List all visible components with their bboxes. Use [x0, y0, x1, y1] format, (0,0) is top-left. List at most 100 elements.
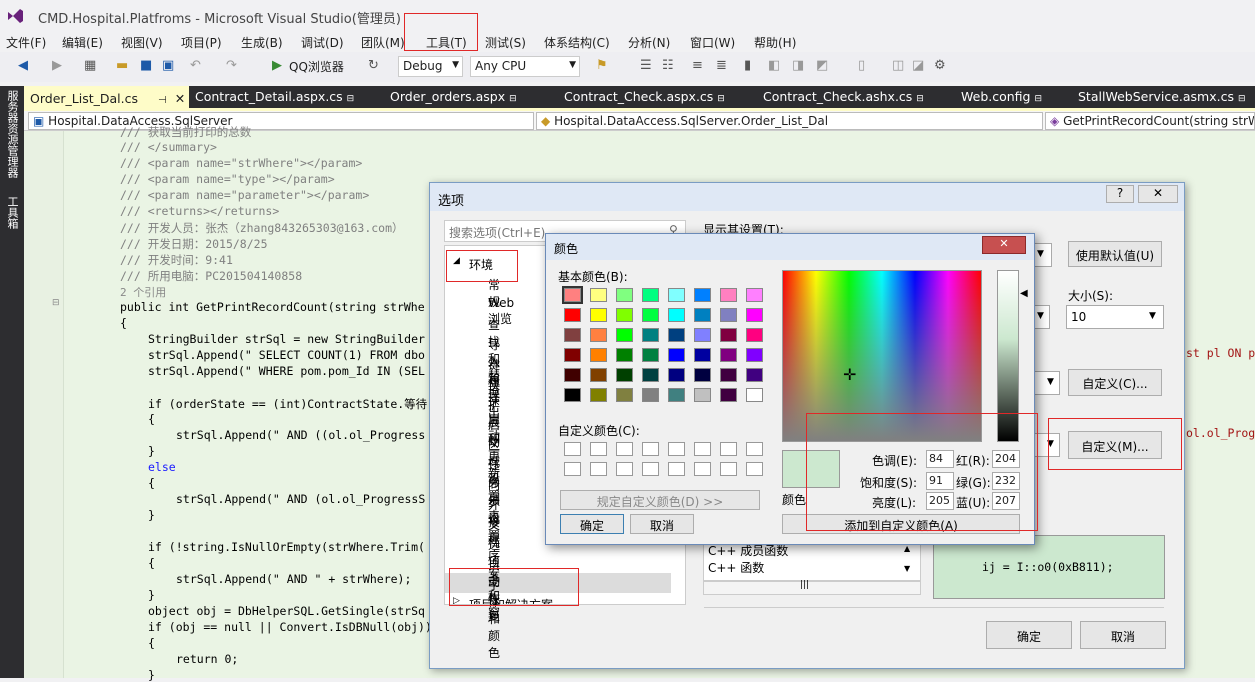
clear-bookmarks-icon[interactable]: ◩: [816, 58, 828, 73]
help-button[interactable]: ?: [1106, 185, 1134, 203]
basic-color-swatch[interactable]: [642, 388, 659, 402]
menu-test[interactable]: 测试(S): [485, 34, 526, 51]
tab-stall-web-service[interactable]: StallWebService.asmx.cs ⊟: [1072, 86, 1252, 108]
custom-color-swatch[interactable]: [720, 462, 737, 476]
size-select[interactable]: 10 ▼: [1066, 305, 1164, 329]
basic-color-swatch[interactable]: [616, 388, 633, 402]
options-close-button[interactable]: ✕: [1138, 185, 1178, 203]
menu-window[interactable]: 窗口(W): [690, 34, 735, 51]
breakpoint-icon[interactable]: ▯: [858, 58, 865, 73]
custom-color-swatch[interactable]: [642, 462, 659, 476]
color-cancel-button[interactable]: 取消: [630, 514, 694, 534]
basic-color-swatch[interactable]: [562, 286, 583, 304]
basic-color-swatch[interactable]: [746, 328, 763, 342]
basic-color-swatch[interactable]: [564, 388, 581, 402]
next-bookmark-icon[interactable]: ◨: [792, 58, 804, 73]
basic-color-swatch[interactable]: [616, 308, 633, 322]
custom-foreground-button[interactable]: 自定义(C)...: [1068, 369, 1162, 396]
menu-project[interactable]: 项目(P): [181, 34, 222, 51]
use-defaults-button[interactable]: 使用默认值(U): [1068, 241, 1162, 267]
pin-icon[interactable]: ⊟: [1238, 94, 1246, 104]
menu-analyze[interactable]: 分析(N): [628, 34, 670, 51]
basic-color-swatch[interactable]: [746, 368, 763, 382]
basic-color-swatch[interactable]: [746, 388, 763, 402]
attach-icon[interactable]: ⚙: [934, 58, 946, 73]
basic-color-swatch[interactable]: [590, 348, 607, 362]
basic-color-swatch[interactable]: [668, 388, 685, 402]
menu-help[interactable]: 帮助(H): [754, 34, 796, 51]
namespace-select[interactable]: ▣ Hospital.DataAccess.SqlServer: [28, 112, 534, 130]
basic-color-swatch[interactable]: [642, 328, 659, 342]
basic-color-swatch[interactable]: [668, 288, 685, 302]
basic-color-swatch[interactable]: [746, 348, 763, 362]
tab-web-config[interactable]: Web.config ⊟: [955, 86, 1048, 108]
custom-color-swatch[interactable]: [694, 462, 711, 476]
pin-icon[interactable]: ⊟: [916, 94, 924, 104]
custom-color-swatch[interactable]: [590, 462, 607, 476]
tab-contract-detail[interactable]: Contract_Detail.aspx.cs ⊟: [189, 86, 360, 108]
menu-file[interactable]: 文件(F): [6, 34, 46, 51]
display-items-list[interactable]: C++ 成员函数 C++ 函数 ▲ ▼: [703, 541, 921, 581]
tab-order-list-dal[interactable]: Order_List_Dal.cs ⊣ ✕: [24, 86, 189, 108]
basic-color-swatch[interactable]: [590, 388, 607, 402]
forward-icon[interactable]: ▶: [52, 58, 62, 73]
basic-color-swatch[interactable]: [642, 308, 659, 322]
menu-build[interactable]: 生成(B): [241, 34, 283, 51]
open-folder-icon[interactable]: ▬: [116, 58, 128, 73]
find-icon[interactable]: ⚑: [596, 58, 608, 73]
comment-icon[interactable]: ≡: [692, 58, 703, 73]
menu-edit[interactable]: 编辑(E): [62, 34, 103, 51]
basic-color-swatch[interactable]: [668, 308, 685, 322]
basic-color-swatch[interactable]: [668, 328, 685, 342]
pin-icon[interactable]: ⊣: [158, 95, 167, 106]
custom-color-swatch[interactable]: [642, 442, 659, 456]
undo-icon[interactable]: ↶: [190, 58, 201, 73]
prev-bookmark-icon[interactable]: ◧: [768, 58, 780, 73]
menu-architecture[interactable]: 体系结构(C): [544, 34, 610, 51]
basic-color-swatch[interactable]: [564, 308, 581, 322]
browser-label[interactable]: QQ浏览器: [289, 58, 344, 75]
scroll-down-icon[interactable]: ▼: [904, 564, 910, 573]
basic-color-swatch[interactable]: [694, 308, 711, 322]
save-icon[interactable]: ■: [140, 58, 152, 73]
basic-color-swatch[interactable]: [720, 388, 737, 402]
basic-color-swatch[interactable]: [564, 328, 581, 342]
custom-color-swatch[interactable]: [746, 462, 763, 476]
custom-color-swatch[interactable]: [694, 442, 711, 456]
basic-color-swatch[interactable]: [616, 368, 633, 382]
basic-color-swatch[interactable]: [564, 368, 581, 382]
basic-color-swatch[interactable]: [720, 348, 737, 362]
basic-color-swatch[interactable]: [694, 348, 711, 362]
custom-color-swatch[interactable]: [590, 442, 607, 456]
basic-color-swatch[interactable]: [720, 368, 737, 382]
basic-color-swatch[interactable]: [694, 328, 711, 342]
basic-color-swatch[interactable]: [694, 368, 711, 382]
custom-color-swatch[interactable]: [668, 442, 685, 456]
basic-color-swatch[interactable]: [668, 368, 685, 382]
close-icon[interactable]: ✕: [175, 91, 185, 106]
save-all-icon[interactable]: ▣: [162, 58, 174, 73]
basic-color-swatch[interactable]: [616, 288, 633, 302]
basic-color-swatch[interactable]: [746, 308, 763, 322]
redo-icon[interactable]: ↷: [226, 58, 237, 73]
back-icon[interactable]: ◀: [18, 58, 28, 73]
basic-color-swatch[interactable]: [590, 288, 607, 302]
refresh-icon[interactable]: ↻: [368, 58, 379, 73]
list-item[interactable]: C++ 函数: [708, 559, 764, 576]
server-explorer-tab[interactable]: 服务器资源管理器: [4, 90, 20, 178]
tab-contract-check-ashx[interactable]: Contract_Check.ashx.cs ⊟: [757, 86, 930, 108]
basic-color-swatch[interactable]: [642, 288, 659, 302]
class-select[interactable]: ◆ Hospital.DataAccess.SqlServer.Order_Li…: [536, 112, 1043, 130]
basic-color-swatch[interactable]: [642, 368, 659, 382]
scroll-up-icon[interactable]: ▲: [904, 544, 910, 553]
custom-color-swatch[interactable]: [746, 442, 763, 456]
options-ok-button[interactable]: 确定: [986, 621, 1072, 649]
color-ok-button[interactable]: 确定: [560, 514, 624, 534]
tab-order-orders[interactable]: Order_orders.aspx ⊟: [384, 86, 523, 108]
custom-color-swatch[interactable]: [616, 462, 633, 476]
uncomment-icon[interactable]: ≣: [716, 58, 727, 73]
basic-color-swatch[interactable]: [642, 348, 659, 362]
config-select[interactable]: Debug ▼: [398, 56, 463, 77]
slider-arrow-icon[interactable]: ◀: [1020, 288, 1028, 299]
options-cancel-button[interactable]: 取消: [1080, 621, 1166, 649]
